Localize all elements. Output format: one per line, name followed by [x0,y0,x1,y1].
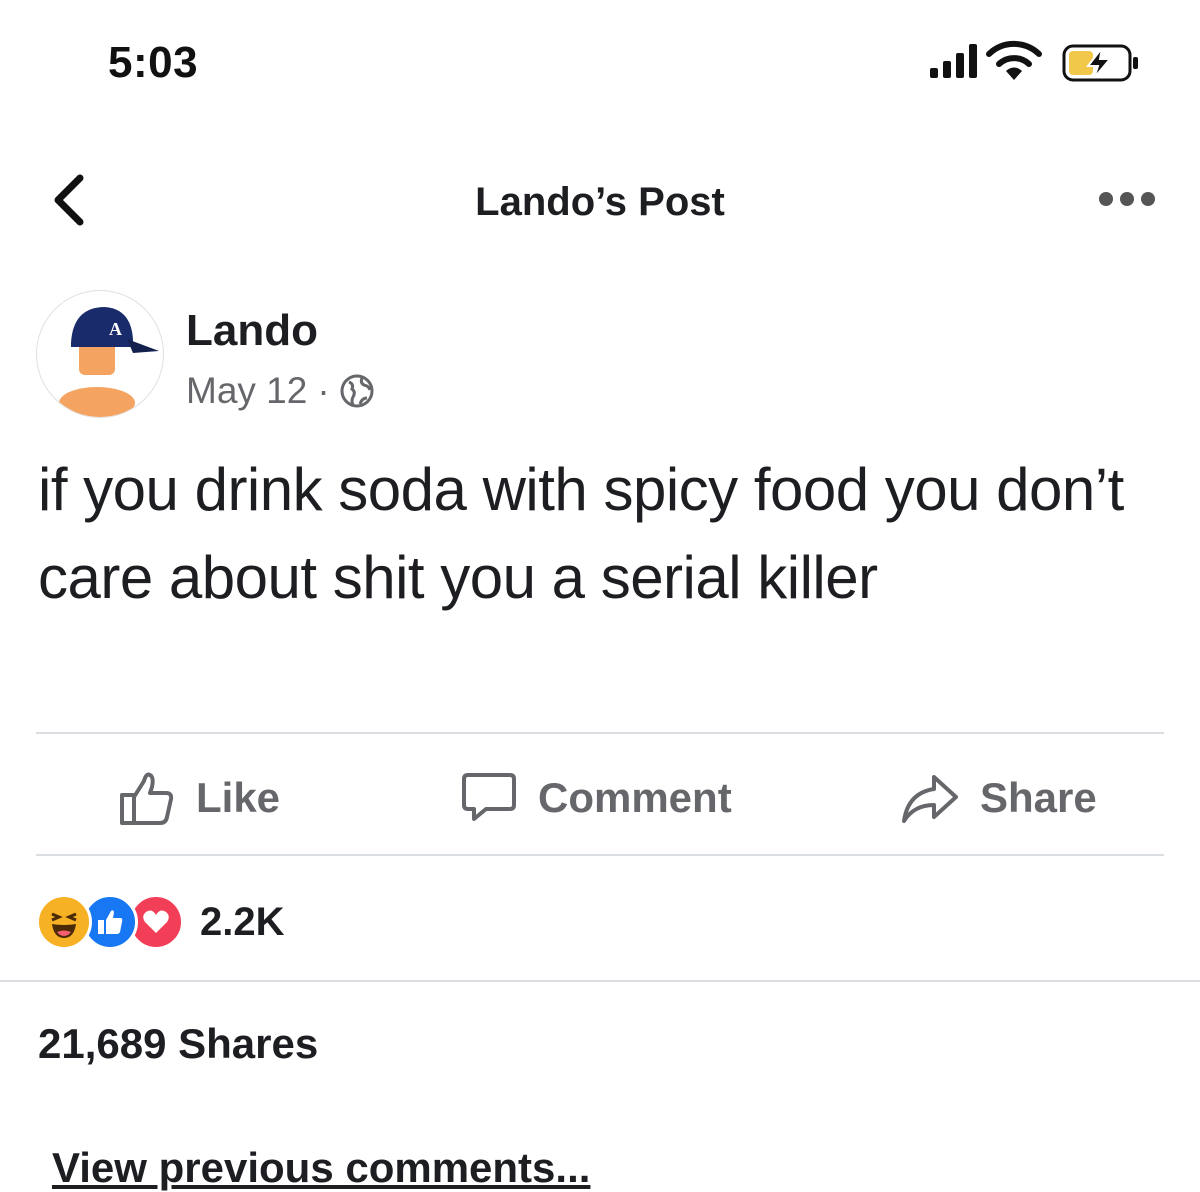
reactions-summary[interactable]: 2.2K [36,892,285,952]
haha-reaction-icon [36,894,92,950]
reaction-count: 2.2K [200,899,285,944]
post-meta: May 12 · [186,370,374,412]
view-previous-comments-link[interactable]: View previous comments... [52,1144,590,1192]
avatar[interactable]: A [36,290,164,418]
page-title: Lando’s Post [475,180,725,224]
comment-button[interactable]: Comment [460,768,732,828]
battery-charging-icon [1062,44,1142,87]
globe-icon [340,374,374,408]
more-options-button[interactable] [1098,190,1156,213]
author-name[interactable]: Lando [186,306,318,356]
divider [36,854,1164,856]
svg-text:A: A [109,319,122,339]
more-horizontal-icon [1099,192,1155,206]
thumbs-up-icon [120,772,174,825]
share-label: Share [980,774,1097,821]
share-button[interactable]: Share [900,768,1097,828]
cellular-signal-icon [930,44,982,83]
post-body: if you drink soda with spicy food you do… [38,456,1124,611]
like-button[interactable]: Like [118,768,280,828]
comment-label: Comment [538,774,732,821]
share-count[interactable]: 21,689 Shares [38,1020,318,1068]
divider [36,732,1164,734]
like-label: Like [196,774,281,821]
meta-separator: · [317,370,330,411]
comment-icon [462,773,516,821]
post-date[interactable]: May 12 [186,370,307,412]
divider [0,980,1200,982]
wifi-icon [985,40,1043,87]
share-arrow-icon [902,775,958,823]
status-time: 5:03 [108,38,199,87]
